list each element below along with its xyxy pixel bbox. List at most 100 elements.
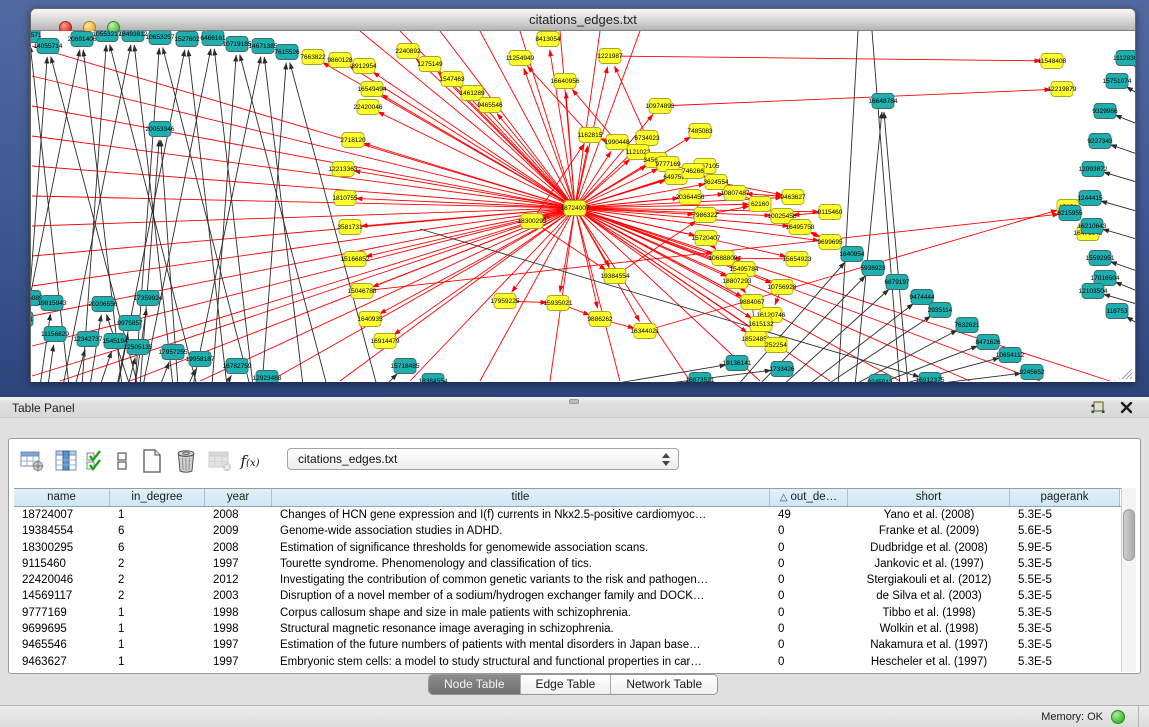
graph-edge[interactable] [32, 208, 575, 286]
column-header-short[interactable]: short [848, 489, 1010, 506]
graph-edge[interactable] [135, 48, 159, 382]
canvas-resize-grip[interactable] [1122, 369, 1132, 379]
graph-edge[interactable] [188, 50, 227, 382]
float-panel-icon[interactable] [1091, 401, 1105, 414]
graph-edge[interactable] [575, 208, 598, 308]
table-row[interactable]: 1938455462009Genome-wide association stu… [14, 523, 1121, 539]
graph-edge[interactable] [160, 362, 169, 382]
graph-edge[interactable] [884, 112, 908, 382]
table-cell: 0 [770, 556, 848, 572]
table-row[interactable]: 1456911722003Disruption of a novel membe… [14, 588, 1121, 604]
tab-edge-table[interactable]: Edge Table [521, 675, 612, 694]
graph-edge[interactable] [560, 208, 575, 292]
table-row[interactable]: 946362711997Embryonic stem cells: a mode… [14, 654, 1121, 670]
delete-rows-trash-button[interactable] [171, 447, 201, 475]
graph-node-label: 17959225 [491, 298, 520, 305]
table-cell: 5.6E-5 [1010, 523, 1120, 539]
graph-node-label: 1405571 [31, 32, 42, 39]
column-header-year[interactable]: year [205, 489, 272, 506]
graph-edge[interactable] [1110, 145, 1135, 155]
table-cell: 0 [770, 572, 848, 588]
panel-resize-handle[interactable] [569, 399, 579, 404]
graph-node-label: 1162815 [578, 132, 603, 139]
table-cell: 1998 [205, 621, 272, 637]
graph-edge[interactable] [200, 208, 575, 381]
graph-edge[interactable] [550, 208, 575, 381]
graph-edge[interactable] [895, 358, 999, 382]
graph-edge[interactable] [32, 208, 575, 346]
graph-node-label: 9860128 [327, 57, 353, 64]
tab-node-table[interactable]: Node Table [429, 675, 521, 694]
graph-edge[interactable] [1115, 115, 1135, 125]
graph-edge[interactable] [872, 31, 900, 382]
graph-edge[interactable] [270, 208, 575, 381]
graph-edge[interactable] [1126, 87, 1135, 95]
graph-edge[interactable] [1134, 66, 1135, 72]
graph-edge[interactable] [1126, 317, 1135, 325]
table-mode-button[interactable] [17, 447, 47, 475]
graph-node-label: 10653257 [146, 34, 175, 41]
graph-node-label: 12093872 [1079, 166, 1108, 173]
graph-edge[interactable] [262, 63, 286, 382]
graph-edge[interactable] [214, 49, 253, 382]
graph-edge[interactable] [610, 56, 1041, 61]
select-rows-button[interactable] [85, 447, 107, 475]
graph-edge[interactable] [90, 315, 101, 382]
function-builder-button[interactable]: f(x) [239, 447, 261, 475]
graph-edge[interactable] [385, 374, 397, 382]
show-column-button[interactable] [51, 447, 81, 475]
graph-node-label: 1615132 [748, 321, 774, 328]
graph-edge[interactable] [32, 76, 575, 208]
graph-edge[interactable] [1101, 201, 1135, 212]
cytoscape-app: citations_edges.txt 14055711405571420691… [0, 0, 1149, 727]
graph-edge[interactable] [1104, 172, 1135, 183]
graph-edge[interactable] [575, 204, 749, 208]
table-row[interactable]: 977716911998Corpus callosum shape and si… [14, 605, 1121, 621]
column-header-title[interactable]: title [272, 489, 770, 506]
graph-node-label: 1244415 [1077, 195, 1103, 202]
graph-edge[interactable] [394, 208, 575, 335]
table-row[interactable]: 1830029562008Estimation of significance … [14, 540, 1121, 556]
network-window-titlebar[interactable]: citations_edges.txt [31, 9, 1135, 31]
table-row[interactable]: 1872400712008Changes of HCN gene express… [14, 507, 1121, 523]
tab-network-table[interactable]: Network Table [611, 675, 717, 694]
graph-edge[interactable] [575, 31, 600, 208]
table-row[interactable]: 946554611997Estimation of the future num… [14, 637, 1121, 653]
graph-node-label: 15654923 [783, 256, 812, 263]
table-row[interactable]: 911546021997Tourette syndrome. Phenomeno… [14, 556, 1121, 572]
table-cell: Disruption of a novel member of a sodium… [272, 588, 770, 604]
graph-edge[interactable] [575, 208, 1110, 381]
column-header-indegree[interactable]: in_degree [110, 489, 205, 506]
table-cell: 5.5E-5 [1010, 572, 1120, 588]
graph-edge[interactable] [615, 66, 647, 138]
column-header-name[interactable]: name [14, 489, 110, 506]
new-table-button[interactable] [137, 447, 167, 475]
graph-edge[interactable] [32, 208, 575, 226]
graph-edge[interactable] [212, 55, 236, 382]
close-panel-icon[interactable] [1120, 401, 1133, 414]
table-cell: Structural magnetic resonance image aver… [272, 621, 770, 637]
memory-status-indicator[interactable] [1111, 710, 1125, 724]
graph-edge[interactable] [660, 89, 1051, 106]
network-canvas[interactable]: 1405571140557142069140610553217184938121… [31, 31, 1135, 382]
table-row[interactable]: 2242004622012Investigating the contribut… [14, 572, 1121, 588]
network-svg[interactable]: 1405571140557142069140610553217184938121… [31, 31, 1135, 382]
graph-edge[interactable] [782, 289, 889, 382]
scrollbar-thumb[interactable] [1123, 509, 1135, 561]
graph-edge[interactable] [497, 113, 575, 208]
graph-edge[interactable] [264, 57, 303, 382]
graph-node-label: 16648784 [869, 98, 898, 105]
table-scrollbar[interactable] [1121, 488, 1136, 672]
column-header-pagerank[interactable]: pagerank [1010, 489, 1120, 506]
graph-edge[interactable] [532, 221, 606, 270]
table-select-dropdown[interactable]: citations_edges.txt [287, 448, 679, 470]
graph-edge[interactable] [1103, 229, 1135, 240]
table-row[interactable]: 969969511998Structural magnetic resonanc… [14, 621, 1121, 637]
graph-node-label: 10756928 [768, 284, 797, 291]
row-layout-button[interactable] [111, 447, 133, 475]
table-cell: 0 [770, 523, 848, 539]
graph-edge[interactable] [48, 345, 54, 382]
column-header-outde[interactable]: △out_de… [770, 489, 848, 506]
graph-edge[interactable] [645, 210, 1057, 331]
graph-edge[interactable] [1115, 282, 1135, 292]
